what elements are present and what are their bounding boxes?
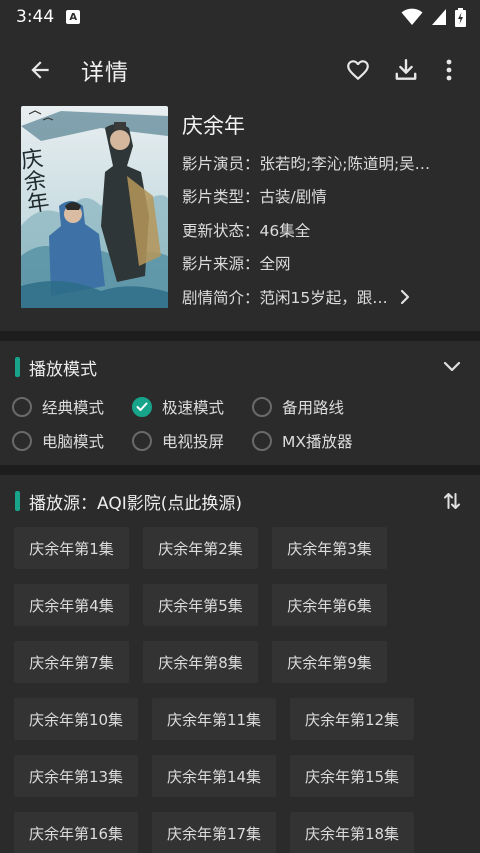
- episode-button[interactable]: 庆余年第18集: [290, 812, 414, 853]
- episode-row: 庆余年第7集 庆余年第8集 庆余年第9集: [14, 641, 470, 683]
- episode-button[interactable]: 庆余年第2集: [143, 527, 258, 569]
- page-title: 详情: [81, 60, 129, 86]
- radio-unchecked-icon[interactable]: [12, 397, 32, 417]
- mode-row: 经典模式 极速模式 备用路线: [12, 390, 472, 424]
- notification-a-icon: A: [66, 10, 81, 24]
- play-mode-options: 经典模式 极速模式 备用路线 电脑模式 电视投屏 MX播放器: [12, 390, 472, 458]
- wifi-icon: [401, 8, 423, 25]
- mode-label: 极速模式: [162, 399, 225, 417]
- sort-icon: [444, 493, 460, 509]
- mode-option-pc[interactable]: 电脑模式: [12, 430, 132, 452]
- episode-button[interactable]: 庆余年第8集: [143, 641, 258, 683]
- movie-poster[interactable]: 庆余年: [21, 106, 168, 308]
- info-label: 影片来源：: [182, 255, 260, 274]
- mode-label: MX播放器: [282, 433, 353, 451]
- info-value: 范闲15岁起，跟…: [259, 288, 388, 307]
- mode-row: 电脑模式 电视投屏 MX播放器: [12, 424, 472, 458]
- radio-unchecked-icon[interactable]: [252, 397, 272, 417]
- status-indicators: [401, 7, 466, 27]
- episode-row: 庆余年第4集 庆余年第5集 庆余年第6集: [14, 584, 470, 626]
- battery-icon: [455, 7, 466, 27]
- mode-option-tv-cast[interactable]: 电视投屏: [132, 430, 252, 452]
- play-source-title[interactable]: 播放源：AQI影院(点此换源): [29, 489, 242, 514]
- heart-outline-icon: [347, 60, 369, 81]
- radio-checked-icon[interactable]: [132, 397, 152, 417]
- episode-button[interactable]: 庆余年第13集: [14, 755, 138, 797]
- movie-title: 庆余年: [182, 114, 245, 138]
- sort-episodes-button[interactable]: [440, 489, 464, 513]
- episode-grid: 庆余年第1集 庆余年第2集 庆余年第3集 庆余年第4集 庆余年第5集 庆余年第6…: [14, 527, 470, 853]
- episode-button[interactable]: 庆余年第9集: [272, 641, 387, 683]
- status-time: 3:44: [16, 7, 55, 27]
- episode-row: 庆余年第10集 庆余年第11集 庆余年第12集: [14, 698, 470, 740]
- play-mode-header: 播放模式: [0, 352, 480, 382]
- chevron-right-icon: [400, 289, 409, 304]
- radio-unchecked-icon[interactable]: [132, 431, 152, 451]
- mode-option-fast[interactable]: 极速模式: [132, 396, 252, 418]
- episode-button[interactable]: 庆余年第17集: [152, 812, 276, 853]
- synopsis-more-button[interactable]: [400, 289, 410, 305]
- more-options-button[interactable]: [434, 50, 464, 90]
- signal-icon: [432, 9, 446, 25]
- mode-option-classic[interactable]: 经典模式: [12, 396, 132, 418]
- episode-button[interactable]: 庆余年第1集: [14, 527, 129, 569]
- episode-button[interactable]: 庆余年第11集: [152, 698, 276, 740]
- episode-button[interactable]: 庆余年第3集: [272, 527, 387, 569]
- episode-row: 庆余年第13集 庆余年第14集 庆余年第15集: [14, 755, 470, 797]
- mode-label: 电脑模式: [42, 433, 105, 451]
- expand-play-mode-button[interactable]: [440, 355, 464, 379]
- info-value: 全网: [259, 255, 291, 274]
- info-row-genre: 影片类型： 古装/剧情: [182, 180, 464, 214]
- play-source-header[interactable]: 播放源：AQI影院(点此换源): [0, 486, 480, 516]
- info-value: 古装/剧情: [259, 188, 327, 207]
- favorite-button[interactable]: [340, 50, 376, 90]
- episode-button[interactable]: 庆余年第5集: [143, 584, 258, 626]
- play-mode-title: 播放模式: [29, 359, 97, 380]
- movie-info-section: 庆余年 庆余年 影片演员： 张若昀;李沁;陈道明;吴… 影片类型： 古装/剧情 …: [0, 104, 480, 330]
- episode-button[interactable]: 庆余年第15集: [290, 755, 414, 797]
- episode-button[interactable]: 庆余年第12集: [290, 698, 414, 740]
- chevron-down-icon: [443, 361, 461, 372]
- info-label: 影片类型：: [182, 188, 260, 207]
- check-icon: [136, 402, 148, 411]
- mode-label: 电视投屏: [162, 433, 225, 451]
- section-divider: [0, 465, 480, 475]
- info-row-status: 更新状态： 46集全: [182, 213, 464, 247]
- poster-image: 庆余年: [21, 106, 168, 308]
- download-button[interactable]: [388, 50, 424, 90]
- episode-button[interactable]: 庆余年第14集: [152, 755, 276, 797]
- episode-row: 庆余年第16集 庆余年第17集 庆余年第18集: [14, 812, 470, 853]
- status-bar: 3:44 A: [0, 0, 480, 34]
- info-value: 46集全: [259, 221, 311, 240]
- episode-button[interactable]: 庆余年第7集: [14, 641, 129, 683]
- mode-option-backup[interactable]: 备用路线: [252, 396, 344, 418]
- movie-info-list: 影片演员： 张若昀;李沁;陈道明;吴… 影片类型： 古装/剧情 更新状态： 46…: [182, 146, 464, 314]
- info-label: 影片演员：: [182, 154, 260, 173]
- info-row-cast: 影片演员： 张若昀;李沁;陈道明;吴…: [182, 146, 464, 180]
- app-bar-actions: [340, 50, 480, 90]
- download-icon: [395, 59, 417, 80]
- info-row-source: 影片来源： 全网: [182, 247, 464, 281]
- info-label: 剧情简介：: [182, 288, 260, 307]
- episode-button[interactable]: 庆余年第10集: [14, 698, 138, 740]
- section-accent-bar: [15, 357, 20, 377]
- more-vertical-icon: [446, 59, 452, 81]
- info-value: 张若昀;李沁;陈道明;吴…: [259, 154, 431, 173]
- episode-button[interactable]: 庆余年第16集: [14, 812, 138, 853]
- back-button[interactable]: [20, 50, 60, 90]
- mode-option-mx-player[interactable]: MX播放器: [252, 430, 353, 452]
- arrow-left-icon: [31, 61, 49, 79]
- app-bar: 详情: [0, 40, 480, 100]
- mode-label: 经典模式: [42, 399, 105, 417]
- info-row-synopsis[interactable]: 剧情简介： 范闲15岁起，跟…: [182, 280, 464, 314]
- episode-button[interactable]: 庆余年第4集: [14, 584, 129, 626]
- radio-unchecked-icon[interactable]: [252, 431, 272, 451]
- mode-label: 备用路线: [282, 399, 345, 417]
- episode-button[interactable]: 庆余年第6集: [272, 584, 387, 626]
- episode-row: 庆余年第1集 庆余年第2集 庆余年第3集: [14, 527, 470, 569]
- section-accent-bar: [15, 491, 20, 511]
- section-divider: [0, 331, 480, 341]
- info-label: 更新状态：: [182, 221, 260, 240]
- radio-unchecked-icon[interactable]: [12, 431, 32, 451]
